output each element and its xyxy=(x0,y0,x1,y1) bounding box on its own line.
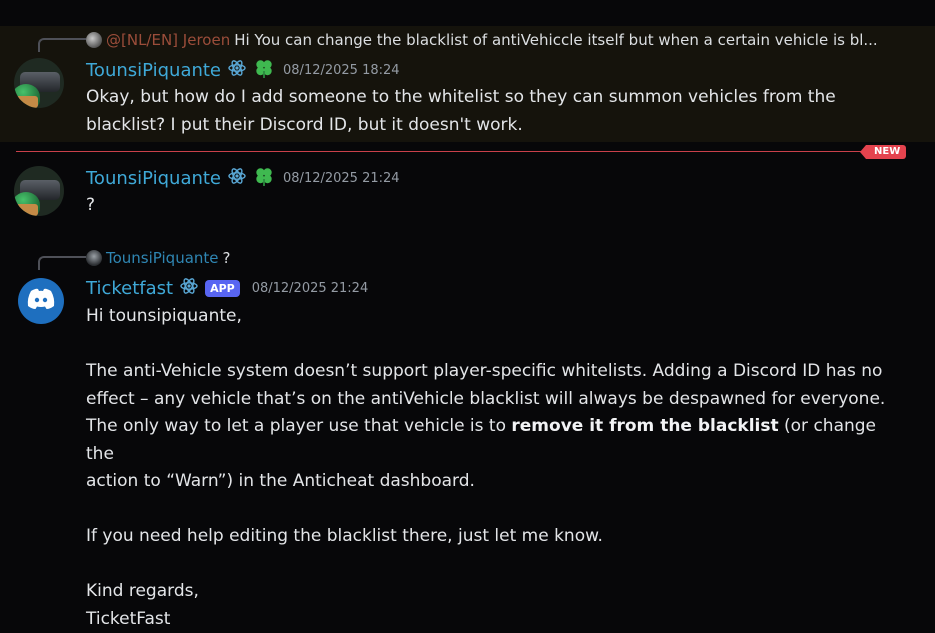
bot-avatar[interactable] xyxy=(18,278,64,324)
message-2: TounsiPiquante 08/12/2025 21:24 ? xyxy=(0,166,935,226)
reply-connector xyxy=(38,256,86,270)
app-tag: APP xyxy=(205,280,240,297)
message-3: TounsiPiquante ? Ticketfast APP 08/12/20… xyxy=(0,246,935,616)
reply-text[interactable]: Hi You can change the blacklist of antiV… xyxy=(234,31,877,49)
username[interactable]: TounsiPiquante xyxy=(86,60,221,81)
message-line: blacklist? I put their Discord ID, but i… xyxy=(86,112,886,140)
message-header: TounsiPiquante 08/12/2025 21:24 xyxy=(86,166,400,190)
clover-badge-icon[interactable] xyxy=(253,165,275,191)
atom-badge-icon[interactable] xyxy=(227,58,247,82)
reply-avatar xyxy=(86,32,102,48)
greeting: Hi tounsipiquante, xyxy=(86,303,886,331)
atom-badge-icon[interactable] xyxy=(227,166,247,190)
message-line: action to “Warn”) in the Anticheat dashb… xyxy=(86,468,886,496)
message-line: The anti-Vehicle system doesn’t support … xyxy=(86,358,886,386)
atom-badge-icon[interactable] xyxy=(179,276,199,300)
message-line: Okay, but how do I add someone to the wh… xyxy=(86,84,886,112)
message-header: Ticketfast APP 08/12/2025 21:24 xyxy=(86,276,368,300)
reply-connector xyxy=(38,38,86,52)
message-content: Hi tounsipiquante, The anti-Vehicle syst… xyxy=(86,303,886,633)
avatar[interactable] xyxy=(14,58,64,108)
discord-logo-icon xyxy=(27,288,55,314)
bold-text: remove it from the blacklist xyxy=(511,416,778,436)
reply-author[interactable]: TounsiPiquante xyxy=(106,249,219,267)
text-span: The only way to let a player use that ve… xyxy=(86,416,511,436)
timestamp[interactable]: 08/12/2025 21:24 xyxy=(252,281,369,296)
message-header: TounsiPiquante 08/12/2025 18:24 xyxy=(86,58,400,82)
closing-line: Kind regards, xyxy=(86,578,886,606)
reply-avatar xyxy=(86,250,102,266)
message-content: ? xyxy=(86,192,886,220)
message-1: @[NL/EN] Jeroen Hi You can change the bl… xyxy=(0,26,935,142)
message-content: Okay, but how do I add someone to the wh… xyxy=(86,84,886,139)
signature: TicketFast xyxy=(86,606,886,633)
new-messages-divider xyxy=(16,151,904,152)
clover-badge-icon[interactable] xyxy=(253,57,275,83)
message-line: ? xyxy=(86,192,886,220)
reply-text[interactable]: ? xyxy=(223,249,231,267)
username[interactable]: Ticketfast xyxy=(86,278,173,299)
new-badge: NEW xyxy=(866,145,906,159)
username[interactable]: TounsiPiquante xyxy=(86,168,221,189)
timestamp[interactable]: 08/12/2025 21:24 xyxy=(283,171,400,186)
reply-preview[interactable]: @[NL/EN] Jeroen Hi You can change the bl… xyxy=(86,30,878,50)
reply-preview[interactable]: TounsiPiquante ? xyxy=(86,248,230,268)
avatar[interactable] xyxy=(14,166,64,216)
message-line: effect – any vehicle that’s on the antiV… xyxy=(86,386,886,414)
message-line: The only way to let a player use that ve… xyxy=(86,413,886,468)
reply-author[interactable]: @[NL/EN] Jeroen xyxy=(106,31,230,49)
timestamp[interactable]: 08/12/2025 18:24 xyxy=(283,63,400,78)
message-line: If you need help editing the blacklist t… xyxy=(86,523,886,551)
